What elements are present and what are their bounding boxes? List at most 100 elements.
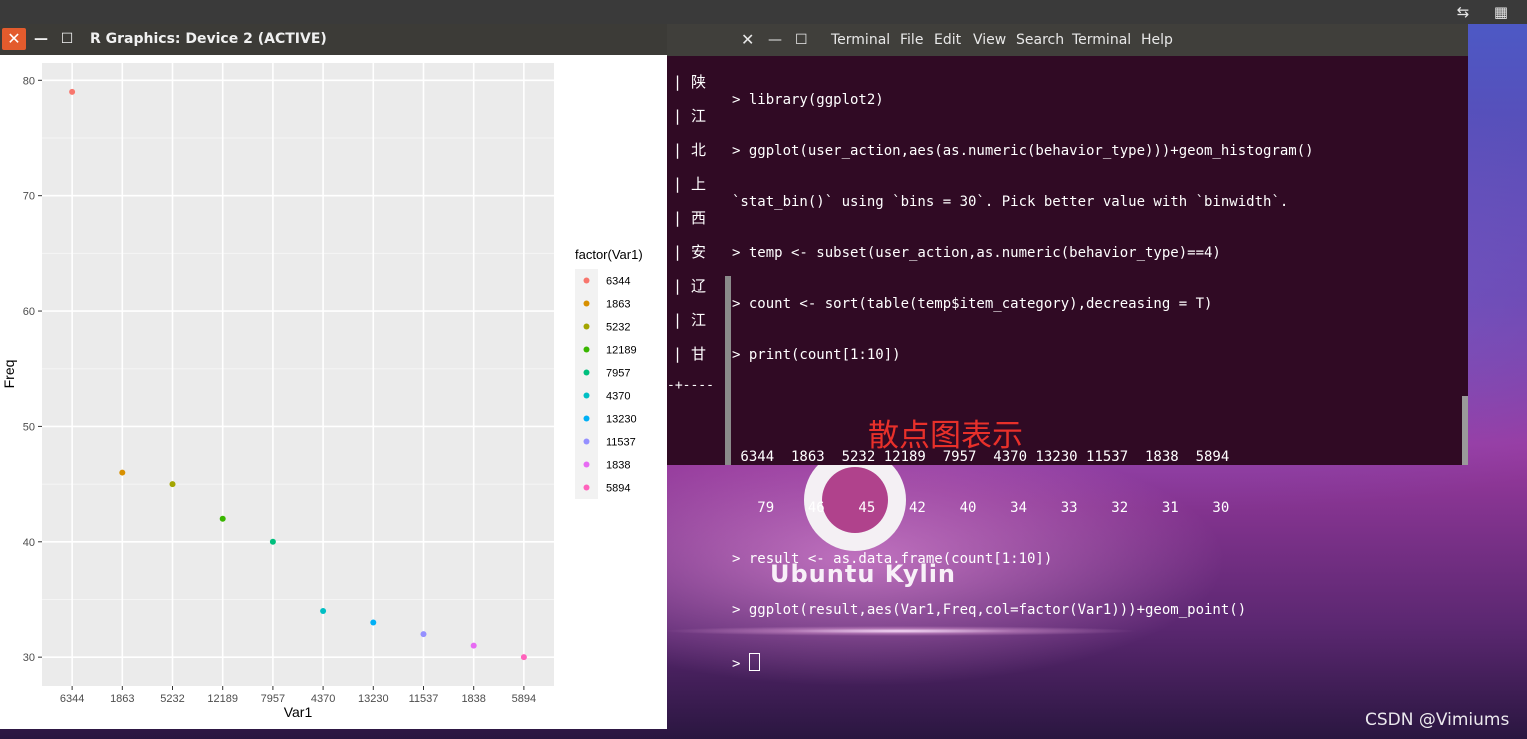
y-tick-label: 80 (23, 75, 35, 87)
close-icon[interactable]: ✕ (741, 24, 754, 56)
terminal-line: 79 46 45 42 40 34 33 32 31 30 (732, 500, 1230, 516)
y-tick-label: 70 (23, 191, 35, 203)
left-pane-row: | 安 (673, 243, 707, 261)
legend-label: 4370 (606, 391, 630, 403)
legend-label: 11537 (606, 437, 636, 449)
data-point (219, 515, 226, 522)
left-pane-row: | 甘 (673, 345, 707, 363)
data-point (320, 608, 327, 615)
terminal-line: > ggplot(user_action,aes(as.numeric(beha… (732, 143, 1314, 159)
legend-key (583, 484, 590, 491)
legend-key (583, 346, 590, 353)
x-tick-label: 1863 (110, 693, 134, 705)
terminal-output[interactable]: > library(ggplot2) > ggplot(user_action,… (732, 58, 1452, 707)
legend-title: factor(Var1) (575, 247, 643, 262)
y-tick-label: 30 (23, 652, 35, 664)
r-graphics-window[interactable]: ✕ — ☐ R Graphics: Device 2 (ACTIVE) 30 40… (0, 24, 667, 729)
x-axis-label: Var1 (284, 704, 313, 720)
y-tick-label: 60 (23, 306, 35, 318)
terminal-prompt-line[interactable]: > (732, 653, 1452, 673)
close-button[interactable]: ✕ (2, 28, 26, 50)
x-tick-label: 7957 (261, 693, 285, 705)
data-point (520, 654, 527, 661)
calendar-icon[interactable]: ▦ (1491, 3, 1511, 21)
legend-label: 5232 (606, 322, 630, 334)
left-pane-row: | 江 (673, 311, 707, 329)
terminal-line: > result <- as.data.frame(count[1:10]) (732, 551, 1053, 567)
terminal-line: > ggplot(result,aes(Var1,Freq,col=factor… (732, 602, 1247, 618)
terminal-line: > library(ggplot2) (732, 92, 884, 108)
legend-label: 12189 (606, 345, 637, 357)
legend-key (583, 369, 590, 376)
terminal-line: `stat_bin()` using `bins = 30`. Pick bet… (732, 194, 1289, 210)
prompt: > (732, 656, 749, 672)
y-tick-label: 40 (23, 537, 35, 549)
menu-file[interactable]: File (900, 24, 923, 56)
legend-label: 13230 (606, 414, 637, 426)
terminal-line: > temp <- subset(user_action,as.numeric(… (732, 245, 1221, 261)
menu-help[interactable]: Help (1141, 24, 1173, 56)
y-axis-ticks: 30 40 50 60 70 80 (23, 75, 42, 664)
legend: 6344 1863 5232 12189 7957 4370 13230 11537 1838 5… (575, 269, 637, 499)
plot-panel (42, 63, 554, 686)
left-pane-row: | 江 (673, 107, 707, 125)
terminal-line: > count <- sort(table(temp$item_category… (732, 296, 1213, 312)
data-point (69, 88, 76, 95)
data-point (119, 469, 126, 476)
left-pane-row: | 陕 (673, 73, 707, 91)
legend-label: 1838 (606, 460, 630, 472)
y-axis-label: Freq (1, 360, 17, 389)
legend-label: 5894 (606, 483, 630, 495)
terminal-titlebar[interactable]: ✕ — ☐ Terminal File Edit View Search Ter… (667, 24, 1468, 56)
x-tick-label: 12189 (207, 693, 238, 705)
maximize-icon[interactable]: ☐ (795, 24, 808, 56)
top-panel: ⇆ ▦ (0, 0, 1527, 24)
left-pane-row: | 上 (673, 175, 707, 193)
menu-edit[interactable]: Edit (934, 24, 961, 56)
watermark: CSDN @Vimiums (1365, 710, 1510, 730)
legend-key (583, 438, 590, 445)
legend-label: 1863 (606, 299, 630, 311)
window-title: R Graphics: Device 2 (ACTIVE) (90, 31, 327, 47)
x-axis-ticks: 6344 1863 5232 12189 7957 4370 13230 11537 1838 5… (60, 686, 536, 705)
terminal-line: > print(count[1:10]) (732, 347, 901, 363)
r-window-titlebar[interactable]: ✕ — ☐ R Graphics: Device 2 (ACTIVE) (0, 24, 667, 55)
data-point (169, 481, 176, 488)
minimize-icon[interactable]: — (768, 24, 782, 56)
annotation-text: 散点图表示 (868, 418, 1023, 454)
terminal-left-pane: | 陕 | 江 | 北 | 上 | 西 | 安 | 辽 | 江 | 甘 -+--… (667, 56, 727, 465)
data-point (269, 538, 276, 545)
left-pane-rule: -+---- (667, 378, 714, 393)
menu-terminal-2[interactable]: Terminal (1072, 24, 1131, 56)
pane-divider[interactable] (725, 276, 731, 465)
text-cursor (748, 653, 760, 671)
menu-search[interactable]: Search (1016, 24, 1064, 56)
x-tick-label: 1838 (461, 693, 485, 705)
data-point (370, 619, 377, 626)
network-icon[interactable]: ⇆ (1453, 3, 1473, 21)
y-tick-label: 50 (23, 421, 35, 433)
terminal-scrollbar[interactable] (1462, 396, 1468, 465)
x-tick-label: 5232 (160, 693, 184, 705)
legend-label: 6344 (606, 276, 630, 288)
left-pane-row: | 北 (673, 141, 707, 159)
legend-key (583, 392, 590, 399)
legend-key (583, 277, 590, 284)
terminal-line: 6344 1863 5232 12189 7957 4370 13230 115… (732, 449, 1230, 465)
terminal-window[interactable]: ✕ — ☐ Terminal File Edit View Search Ter… (667, 24, 1468, 672)
left-pane-row: | 西 (673, 209, 707, 227)
maximize-button[interactable]: ☐ (56, 28, 78, 50)
x-tick-label: 6344 (60, 693, 84, 705)
left-pane-row: | 辽 (673, 277, 707, 295)
x-tick-label: 13230 (358, 693, 389, 705)
legend-key (583, 415, 590, 422)
data-point (420, 631, 427, 638)
x-tick-label: 4370 (311, 693, 335, 705)
minimize-button[interactable]: — (30, 28, 52, 50)
scatter-plot: 30 40 50 60 70 80 6344 1863 5232 12189 7957 4370 13… (1, 63, 643, 720)
legend-key (583, 461, 590, 468)
legend-key (583, 323, 590, 330)
menu-terminal[interactable]: Terminal (831, 24, 890, 56)
menu-view[interactable]: View (973, 24, 1006, 56)
